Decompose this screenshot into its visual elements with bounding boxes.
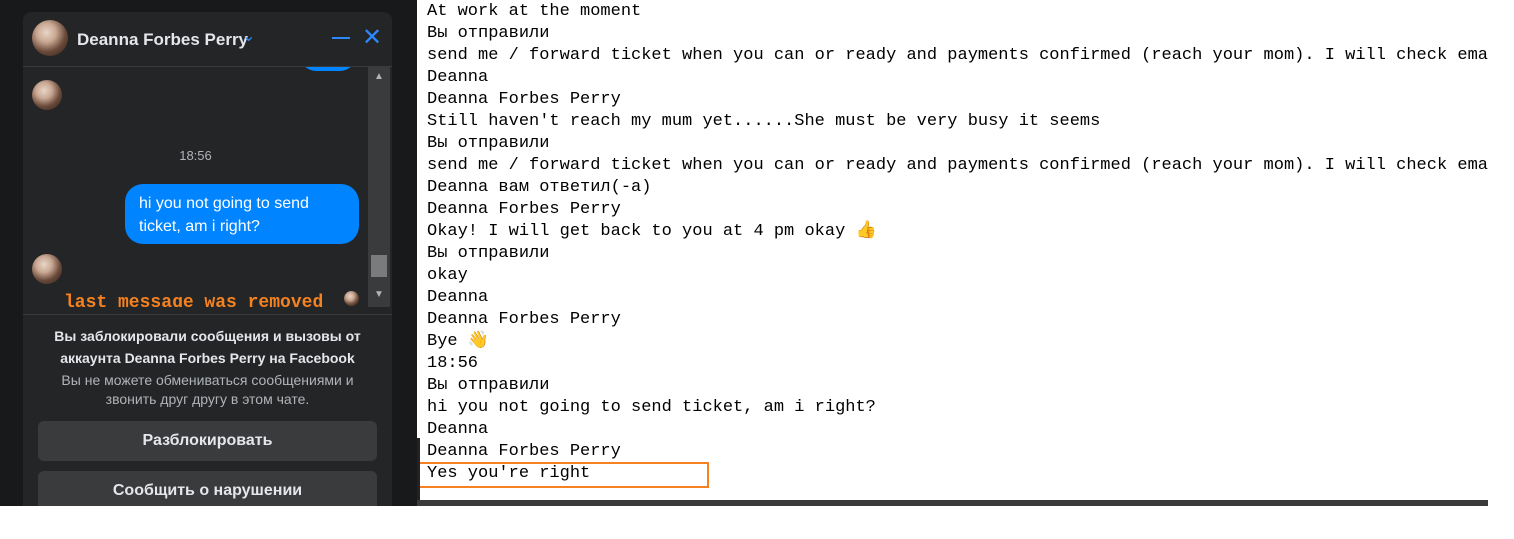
log-line: Deanna xyxy=(427,420,489,439)
previous-message-bubble[interactable] xyxy=(300,67,356,71)
log-line: Deanna Forbes Perry xyxy=(427,90,621,109)
seen-indicator-avatar xyxy=(344,291,359,306)
chat-header: Deanna Forbes Perry ⌄ ✕ xyxy=(23,12,392,67)
close-icon[interactable]: ✕ xyxy=(362,26,382,50)
log-line: okay xyxy=(427,266,468,285)
sent-message-bubble[interactable]: hi you not going to send ticket, am i ri… xyxy=(125,184,359,244)
log-line: Deanna Forbes Perry xyxy=(427,200,621,219)
message-avatar xyxy=(32,80,62,110)
message-timestamp: 18:56 xyxy=(179,148,212,163)
log-line: send me / forward ticket when you can or… xyxy=(427,46,1488,65)
log-line: Deanna вам ответил(-а) xyxy=(427,178,652,197)
panel-edge xyxy=(417,438,420,500)
chat-log-panel: At work at the moment Вы отправили send me… xyxy=(417,0,1488,500)
removed-message-note: last message was removed xyxy=(64,293,324,307)
report-button[interactable]: Сообщить о нарушении xyxy=(38,471,377,506)
blocked-notice-subtitle: Вы не можете обмениваться сообщениями и … xyxy=(61,372,354,407)
log-line: At work at the moment xyxy=(427,2,642,21)
message-scrollbar[interactable]: ▲ ▼ xyxy=(368,67,390,307)
log-line: Вы отправили xyxy=(427,376,550,395)
log-line: hi you not going to send ticket, am i ri… xyxy=(427,398,876,417)
log-line: Still haven't reach my mum yet......She … xyxy=(427,112,1101,131)
scroll-up-icon[interactable]: ▲ xyxy=(374,71,384,82)
unblock-button[interactable]: Разблокировать xyxy=(38,421,377,461)
chevron-down-icon[interactable]: ⌄ xyxy=(242,26,255,46)
log-line: Вы отправили xyxy=(427,24,550,43)
log-line: send me / forward ticket when you can or… xyxy=(427,156,1488,175)
log-line: Deanna Forbes Perry xyxy=(427,310,621,329)
scroll-thumb[interactable] xyxy=(371,255,387,277)
bottom-bar xyxy=(417,500,1488,506)
scroll-down-icon[interactable]: ▼ xyxy=(374,289,384,300)
message-avatar xyxy=(32,254,62,284)
contact-avatar[interactable] xyxy=(32,20,68,56)
log-line: Okay! I will get back to you at 4 pm oka… xyxy=(427,222,877,241)
log-line: Bye 👋 xyxy=(427,332,489,351)
highlight-box xyxy=(417,462,709,488)
log-line: 18:56 xyxy=(427,354,479,373)
log-line: Вы отправили xyxy=(427,134,550,153)
divider xyxy=(23,314,392,315)
minimize-icon[interactable] xyxy=(332,27,350,49)
blocked-notice-title: Вы заблокировали сообщения и вызовы от а… xyxy=(54,328,361,366)
log-line: Deanna xyxy=(427,288,489,307)
message-list[interactable]: 18:56 hi you not going to send ticket, a… xyxy=(23,67,392,307)
chat-log-lines: At work at the moment Вы отправили send me… xyxy=(427,1,1488,485)
log-line: Вы отправили xyxy=(427,244,550,263)
log-line: Deanna xyxy=(427,68,489,87)
chat-window: Deanna Forbes Perry ⌄ ✕ 18:56 hi you not… xyxy=(23,12,392,506)
contact-name[interactable]: Deanna Forbes Perry xyxy=(77,30,248,50)
log-line: Deanna Forbes Perry xyxy=(427,442,621,461)
